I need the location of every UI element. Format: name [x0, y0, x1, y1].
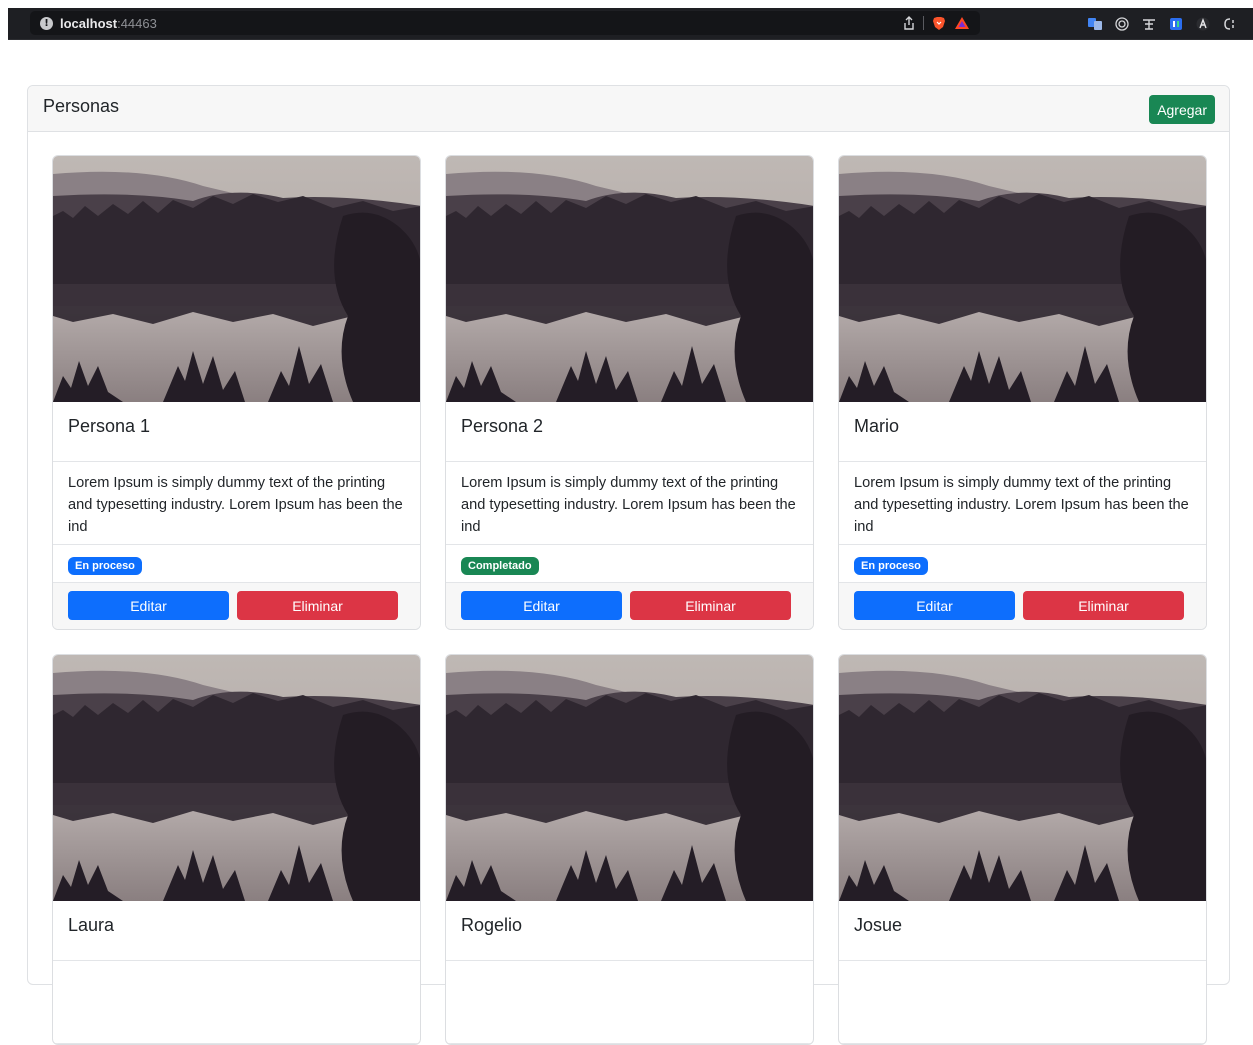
- card-description: [53, 961, 420, 1044]
- url-host: localhost: [60, 15, 118, 31]
- add-button[interactable]: Agregar: [1149, 95, 1215, 124]
- text-icon[interactable]: [1142, 17, 1156, 31]
- card-title: Laura: [53, 901, 420, 961]
- card-actions: Editar Eliminar: [839, 583, 1206, 629]
- card-title: Mario: [839, 402, 1206, 462]
- url-separator: [923, 16, 924, 30]
- persona-card: Josue: [838, 654, 1207, 1045]
- card-actions: Editar Eliminar: [53, 583, 420, 629]
- brave-rewards-icon[interactable]: [954, 16, 970, 30]
- translate-icon[interactable]: [1088, 17, 1102, 31]
- card-image: [446, 156, 813, 402]
- card-status-row: En proceso: [53, 545, 420, 583]
- card-description: [839, 961, 1206, 1044]
- delete-button[interactable]: Eliminar: [630, 591, 791, 620]
- card-title: Rogelio: [446, 901, 813, 961]
- card-image: [53, 655, 420, 901]
- card-title: Persona 1: [53, 402, 420, 462]
- site-info-icon[interactable]: !: [40, 16, 53, 30]
- persona-card: Mario Lorem Ipsum is simply dummy text o…: [838, 155, 1207, 630]
- delete-button[interactable]: Eliminar: [1023, 591, 1184, 620]
- status-badge: En proceso: [68, 557, 142, 575]
- card-description: Lorem Ipsum is simply dummy text of the …: [53, 462, 420, 545]
- status-badge: En proceso: [854, 557, 928, 575]
- card-description: Lorem Ipsum is simply dummy text of the …: [839, 462, 1206, 545]
- persona-card: Rogelio: [445, 654, 814, 1045]
- address-bar[interactable]: ! localhost:44463: [30, 11, 980, 35]
- card-description: Lorem Ipsum is simply dummy text of the …: [446, 462, 813, 545]
- delete-button[interactable]: Eliminar: [237, 591, 398, 620]
- url-text[interactable]: localhost:44463: [60, 16, 157, 31]
- extensions-bar: [1088, 8, 1237, 40]
- card-image: [446, 655, 813, 901]
- card-status-row: Completado: [446, 545, 813, 583]
- share-icon[interactable]: [903, 16, 915, 30]
- url-port: :44463: [117, 15, 157, 31]
- card-image: [839, 655, 1206, 901]
- persona-card: Laura: [52, 654, 421, 1045]
- browser-toolbar: ! localhost:44463: [8, 8, 1253, 40]
- card-description: [446, 961, 813, 1044]
- persona-card: Persona 1 Lorem Ipsum is simply dummy te…: [52, 155, 421, 630]
- brave-shields-icon[interactable]: [932, 16, 946, 31]
- card-image: [53, 156, 420, 402]
- edit-button[interactable]: Editar: [461, 591, 622, 620]
- card-title: Persona 2: [446, 402, 813, 462]
- edit-button[interactable]: Editar: [68, 591, 229, 620]
- target-icon[interactable]: [1115, 17, 1129, 31]
- font-icon[interactable]: [1196, 17, 1210, 31]
- panel-header: Personas Agregar: [28, 86, 1229, 132]
- persona-grid: Persona 1 Lorem Ipsum is simply dummy te…: [52, 155, 1208, 1045]
- card-actions: Editar Eliminar: [446, 583, 813, 629]
- personas-panel: Personas Agregar Persona 1 Lorem Ipsum i…: [27, 85, 1230, 1045]
- page-title: Personas: [43, 96, 120, 116]
- card-title: Josue: [839, 901, 1206, 961]
- layers-icon[interactable]: [1169, 17, 1183, 31]
- card-status-row: En proceso: [839, 545, 1206, 583]
- persona-card: Persona 2 Lorem Ipsum is simply dummy te…: [445, 155, 814, 630]
- card-image: [839, 156, 1206, 402]
- edit-button[interactable]: Editar: [854, 591, 1015, 620]
- code-icon[interactable]: [1223, 17, 1237, 31]
- status-badge: Completado: [461, 557, 539, 575]
